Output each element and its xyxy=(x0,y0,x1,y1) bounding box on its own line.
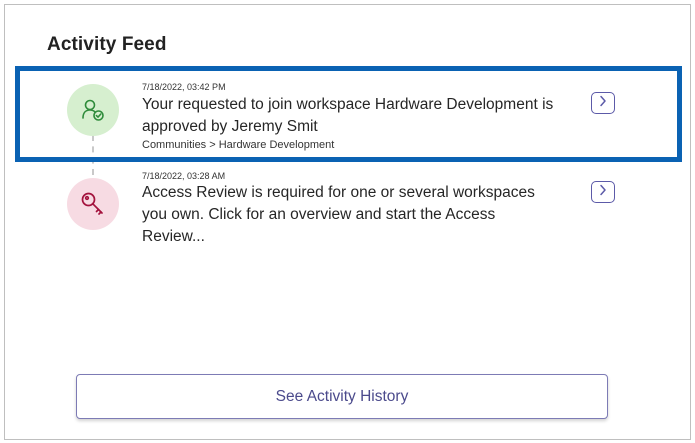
selected-item-highlight xyxy=(15,66,682,162)
activity-item-timestamp: 7/18/2022, 03:28 AM xyxy=(142,171,226,181)
chevron-right-icon xyxy=(598,183,608,201)
activity-feed-panel: Activity Feed 7/18/2022, 03:42 PM Your r… xyxy=(4,4,691,440)
open-activity-button[interactable] xyxy=(591,181,615,203)
key-icon xyxy=(79,190,107,218)
access-review-avatar xyxy=(67,178,119,230)
activity-item-text[interactable]: Access Review is required for one or sev… xyxy=(142,182,562,248)
see-activity-history-button[interactable]: See Activity History xyxy=(76,374,608,419)
activity-feed-title: Activity Feed xyxy=(47,34,167,55)
